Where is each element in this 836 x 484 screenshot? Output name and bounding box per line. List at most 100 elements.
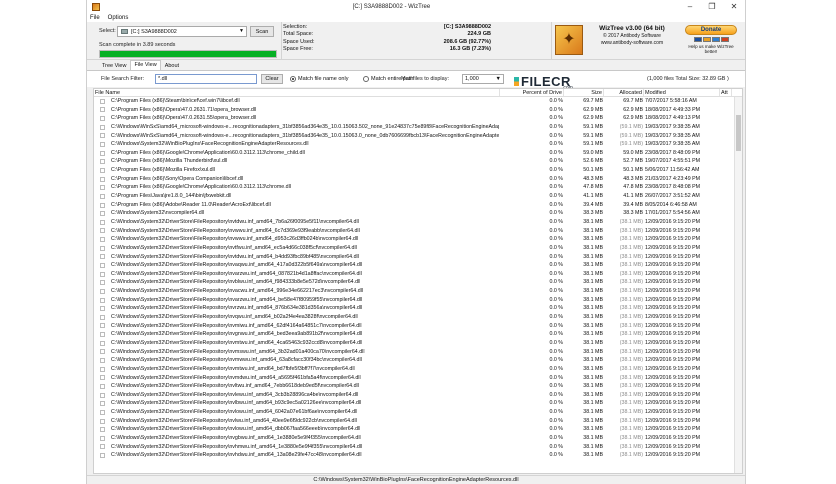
table-row[interactable]: C:\Windows\System32\DriverStore\FileRepo… — [94, 253, 742, 262]
file-name-cell: C:\Windows\System32\DriverStore\FileRepo… — [94, 399, 500, 408]
table-row[interactable]: C:\Windows\System32\DriverStore\FileRepo… — [94, 434, 742, 443]
table-row[interactable]: C:\Windows\System32\DriverStore\FileRepo… — [94, 261, 742, 270]
column-size[interactable]: Size — [564, 89, 604, 96]
percent-cell: 0.0 % — [549, 331, 563, 338]
table-row[interactable]: C:\Windows\System32\DriverStore\FileRepo… — [94, 356, 742, 365]
size-cell: 38.1 MB — [583, 244, 603, 251]
modified-cell: 12/09/2016 9:15:20 PM — [645, 443, 701, 450]
file-icon — [100, 202, 105, 208]
table-row[interactable]: C:\Windows\WinSxS\amd64_microsoft-window… — [94, 123, 742, 132]
allocated-cell: (38.1 MB) — [619, 348, 643, 355]
table-row[interactable]: C:\Windows\System32\DriverStore\FileRepo… — [94, 304, 742, 313]
table-row[interactable]: C:\Program Files (x86)\Opera\47.0.2631.7… — [94, 106, 742, 115]
table-row[interactable]: C:\Windows\System32\DriverStore\FileRepo… — [94, 391, 742, 400]
column-modified[interactable]: Modified — [644, 89, 720, 96]
menu-options[interactable]: Options — [108, 15, 129, 21]
tab-tree-view[interactable]: Tree View — [99, 62, 129, 70]
file-path: C:\Program Files (x86)\Sony\Opera Compan… — [111, 175, 244, 182]
file-path: C:\Windows\System32\DriverStore\FileRepo… — [111, 227, 360, 234]
column-file-name[interactable]: File Name — [94, 89, 500, 96]
table-row[interactable]: C:\Windows\System32\DriverStore\FileRepo… — [94, 244, 742, 253]
wiztree-logo[interactable]: ✦ — [555, 25, 583, 55]
menu-file[interactable]: File — [90, 15, 100, 21]
file-search-filter-input[interactable]: *.dll — [155, 74, 257, 84]
modified-cell: 26/07/2017 3:51:52 AM — [645, 193, 700, 200]
percent-cell: 0.0 % — [549, 236, 563, 243]
scan-button[interactable]: Scan — [250, 26, 274, 37]
column-attributes[interactable]: Att — [720, 89, 732, 96]
table-row[interactable]: C:\Program Files (x86)\Google\Chrome\App… — [94, 183, 742, 192]
table-row[interactable]: C:\Windows\System32\DriverStore\FileRepo… — [94, 278, 742, 287]
table-row[interactable]: C:\Windows\System32\DriverStore\FileRepo… — [94, 270, 742, 279]
file-icon — [100, 271, 105, 277]
file-path: C:\Windows\System32\DriverStore\FileRepo… — [111, 296, 363, 303]
copyright-text: © 2017 Antibody Software — [603, 33, 661, 39]
percent-cell: 0.0 % — [549, 115, 563, 122]
percent-cell: 0.0 % — [549, 391, 563, 398]
table-row[interactable]: C:\Windows\System32\DriverStore\FileRepo… — [94, 313, 742, 322]
close-button[interactable]: ✕ — [723, 0, 745, 13]
modified-cell: 12/09/2016 9:15:20 PM — [645, 426, 701, 433]
filter-label: File Search Filter: — [101, 76, 145, 82]
file-icon — [100, 228, 105, 234]
table-row[interactable]: C:\Windows\System32\DriverStore\FileRepo… — [94, 227, 742, 236]
vertical-scrollbar[interactable] — [734, 97, 742, 473]
table-row[interactable]: C:\Windows\System32\DriverStore\FileRepo… — [94, 218, 742, 227]
clear-button[interactable]: Clear — [261, 74, 283, 84]
table-row[interactable]: C:\Program Files (x86)\Google\Chrome\App… — [94, 149, 742, 158]
percent-cell: 0.0 % — [549, 348, 563, 355]
donate-button[interactable]: Donate — [685, 25, 737, 35]
size-cell: 59.1 MB — [583, 123, 603, 130]
table-row[interactable]: C:\Windows\System32\DriverStore\FileRepo… — [94, 443, 742, 452]
size-cell: 38.1 MB — [583, 348, 603, 355]
table-row[interactable]: C:\Windows\System32\DriverStore\FileRepo… — [94, 425, 742, 434]
tab-file-view[interactable]: File View — [130, 60, 161, 70]
table-row[interactable]: C:\Windows\System32\DriverStore\FileRepo… — [94, 287, 742, 296]
app-icon — [92, 2, 100, 11]
max-files-select[interactable]: 1,000 ▼ — [462, 74, 504, 84]
table-row[interactable]: C:\Windows\System32\nvcompiler64.dll 0.0 … — [94, 209, 742, 218]
chevron-down-icon: ▼ — [239, 28, 244, 34]
table-row[interactable]: C:\Program Files (x86)\Adobe\Reader 11.0… — [94, 201, 742, 210]
table-row[interactable]: C:\Windows\System32\DriverStore\FileRepo… — [94, 374, 742, 383]
table-row[interactable]: C:\Program Files\Java\jre1.8.0_144\bin\j… — [94, 192, 742, 201]
table-row[interactable]: C:\Program Files (x86)\Mozilla Thunderbi… — [94, 157, 742, 166]
modified-cell: 12/09/2016 9:15:20 PM — [645, 305, 701, 312]
table-row[interactable]: C:\Program Files (x86)\Sony\Opera Compan… — [94, 175, 742, 184]
table-row[interactable]: C:\Windows\System32\DriverStore\FileRepo… — [94, 365, 742, 374]
table-row[interactable]: C:\Program Files (x86)\Opera\47.0.2631.5… — [94, 114, 742, 123]
table-row[interactable]: C:\Windows\System32\DriverStore\FileRepo… — [94, 451, 742, 460]
scrollbar-thumb[interactable] — [736, 115, 741, 151]
table-row[interactable]: C:\Windows\WinSxS\amd64_microsoft-window… — [94, 132, 742, 141]
table-row[interactable]: C:\Windows\System32\DriverStore\FileRepo… — [94, 417, 742, 426]
website-link[interactable]: www.antibody-software.com — [587, 40, 677, 46]
maximize-button[interactable]: ❐ — [701, 0, 723, 13]
file-icon — [100, 375, 105, 381]
column-percent-of-drive[interactable]: Percent of Drive — [500, 89, 564, 96]
table-row[interactable]: C:\Program Files (x86)\Mozilla Firefox\x… — [94, 166, 742, 175]
table-row[interactable]: C:\Windows\System32\DriverStore\FileRepo… — [94, 330, 742, 339]
table-row[interactable]: C:\Windows\System32\DriverStore\FileRepo… — [94, 339, 742, 348]
table-row[interactable]: C:\Program Files (x86)\Steam\bin\cef\cef… — [94, 97, 742, 106]
size-cell: 38.1 MB — [583, 417, 603, 424]
file-path: C:\Windows\System32\WinBioPlugIns\FaceRe… — [111, 141, 309, 148]
file-path: C:\Windows\System32\DriverStore\FileRepo… — [111, 357, 362, 364]
percent-cell: 0.0 % — [549, 357, 563, 364]
column-allocated[interactable]: Allocated — [604, 89, 644, 96]
match-file-name-radio[interactable]: Match file name only — [290, 76, 348, 82]
table-row[interactable]: C:\Windows\System32\DriverStore\FileRepo… — [94, 235, 742, 244]
table-row[interactable]: C:\Windows\System32\DriverStore\FileRepo… — [94, 382, 742, 391]
table-row[interactable]: C:\Windows\System32\DriverStore\FileRepo… — [94, 399, 742, 408]
tab-about[interactable]: About — [162, 62, 182, 70]
table-row[interactable]: C:\Windows\System32\DriverStore\FileRepo… — [94, 296, 742, 305]
table-row[interactable]: C:\Windows\System32\DriverStore\FileRepo… — [94, 408, 742, 417]
file-path: C:\Windows\System32\DriverStore\FileRepo… — [111, 253, 359, 260]
table-row[interactable]: C:\Windows\System32\DriverStore\FileRepo… — [94, 322, 742, 331]
table-row[interactable]: C:\Windows\System32\DriverStore\FileRepo… — [94, 348, 742, 357]
table-row[interactable]: C:\Windows\System32\WinBioPlugIns\FaceRe… — [94, 140, 742, 149]
about-box: WizTree v3.00 (64 bit) © 2017 Antibody S… — [587, 25, 677, 46]
drive-select[interactable]: [C:] S3A9888D002 ▼ — [117, 26, 247, 37]
file-name-cell: C:\Windows\System32\DriverStore\FileRepo… — [94, 244, 500, 253]
minimize-button[interactable]: – — [679, 0, 701, 13]
percent-cell: 0.0 % — [549, 210, 563, 217]
